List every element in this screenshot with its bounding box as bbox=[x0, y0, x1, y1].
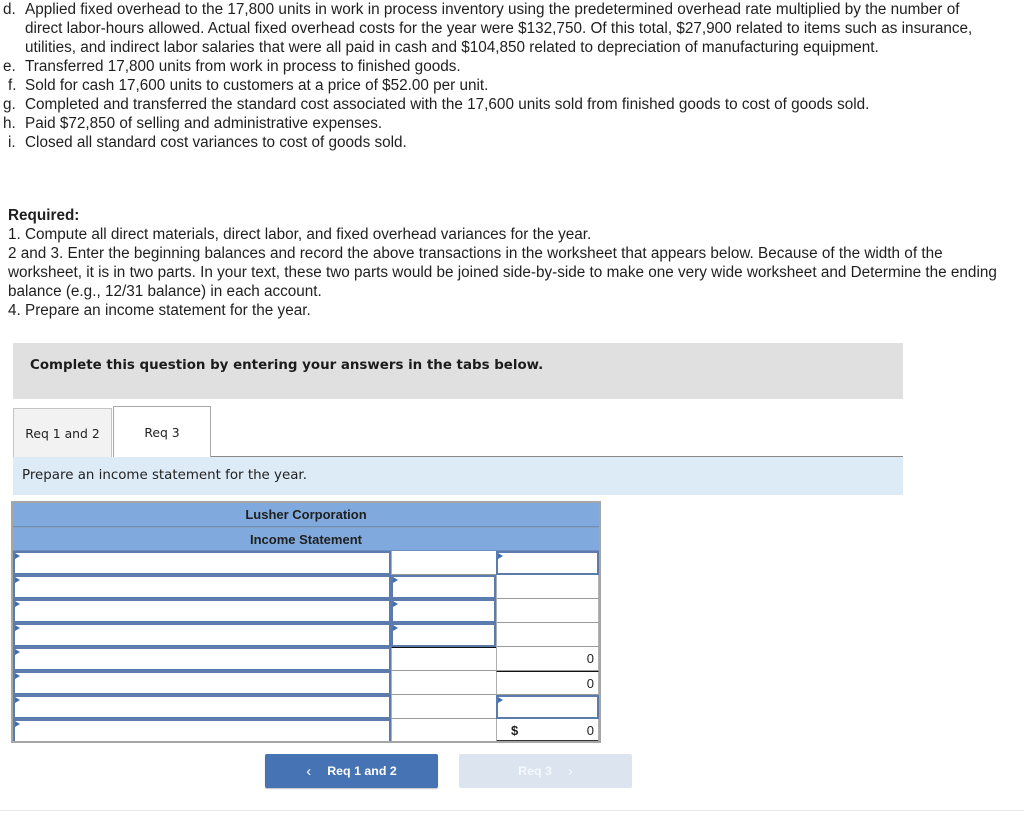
tab-prompt: Prepare an income statement for the year… bbox=[13, 457, 903, 495]
transaction-i: i. Closed all standard cost variances to … bbox=[8, 134, 407, 151]
total-input[interactable] bbox=[496, 695, 599, 719]
amount-input[interactable] bbox=[391, 575, 496, 599]
currency-symbol: $ bbox=[511, 723, 519, 738]
total-cell bbox=[496, 599, 599, 623]
amount-cell bbox=[391, 647, 496, 671]
chevron-left-icon: ‹ bbox=[306, 762, 312, 780]
account-label-input[interactable] bbox=[13, 599, 391, 623]
required-heading: Required: bbox=[8, 207, 80, 224]
statement-row: $ 0 bbox=[13, 719, 599, 743]
statement-row: 0 bbox=[13, 647, 599, 671]
statement-row bbox=[13, 695, 599, 719]
total-cell: 0 bbox=[496, 671, 599, 695]
statement-row bbox=[13, 623, 599, 647]
account-label-input[interactable] bbox=[13, 575, 391, 599]
statement-row bbox=[13, 599, 599, 623]
required-line-1: 1. Compute all direct materials, direct … bbox=[8, 226, 592, 243]
account-label-input[interactable] bbox=[13, 719, 391, 743]
company-name-header: Lusher Corporation bbox=[13, 503, 599, 527]
statement-title-header: Income Statement bbox=[13, 527, 599, 551]
net-income-value: 0 bbox=[586, 723, 594, 738]
total-input[interactable] bbox=[496, 551, 599, 575]
amount-input[interactable] bbox=[391, 599, 496, 623]
transaction-f: f. Sold for cash 17,600 units to customer… bbox=[8, 77, 489, 94]
total-cell bbox=[496, 623, 599, 647]
problem-text: d. Applied fixed overhead to the 17,800 u… bbox=[0, 0, 1024, 152]
total-cell bbox=[496, 575, 599, 599]
required-line-2-3: 2 and 3. Enter the beginning balances an… bbox=[8, 245, 997, 300]
amount-cell bbox=[391, 719, 496, 743]
account-label-input[interactable] bbox=[13, 551, 391, 575]
transaction-e: e. Transferred 17,800 units from work in … bbox=[3, 58, 461, 75]
total-value: 0 bbox=[586, 651, 594, 666]
amount-cell bbox=[391, 671, 496, 695]
grid-bottom-border bbox=[11, 741, 601, 743]
statement-row bbox=[13, 575, 599, 599]
required-section: Required: 1. Compute all direct material… bbox=[8, 206, 1008, 320]
amount-input[interactable] bbox=[391, 623, 496, 647]
statement-row: 0 bbox=[13, 671, 599, 695]
income-statement-grid: Lusher Corporation Income Statement 0 0 bbox=[11, 501, 601, 743]
prompt-text: Prepare an income statement for the year… bbox=[22, 468, 307, 483]
transaction-g: g. Completed and transferred the standard… bbox=[3, 96, 870, 113]
account-label-input[interactable] bbox=[13, 671, 391, 695]
account-label-input[interactable] bbox=[13, 647, 391, 671]
account-label-input[interactable] bbox=[13, 623, 391, 647]
next-tab-label: Req 3 bbox=[518, 764, 552, 778]
amount-cell bbox=[391, 551, 496, 575]
prev-tab-label: Req 1 and 2 bbox=[327, 764, 397, 778]
next-tab-button: Req 3 › bbox=[459, 754, 632, 788]
amount-cell bbox=[391, 695, 496, 719]
account-label-input[interactable] bbox=[13, 695, 391, 719]
footer-divider bbox=[0, 810, 1024, 811]
tab-req-1-and-2[interactable]: Req 1 and 2 bbox=[13, 408, 112, 457]
instruction-text: Complete this question by entering your … bbox=[30, 358, 544, 373]
statement-row bbox=[13, 551, 599, 575]
transaction-d: d. Applied fixed overhead to the 17,800 u… bbox=[3, 1, 973, 56]
net-income-cell: $ 0 bbox=[496, 719, 599, 743]
instruction-banner: Complete this question by entering your … bbox=[13, 343, 903, 399]
transaction-h: h. Paid $72,850 of selling and administra… bbox=[3, 115, 383, 132]
total-value: 0 bbox=[586, 676, 594, 691]
tab-req-3[interactable]: Req 3 bbox=[113, 406, 211, 457]
chevron-right-icon: › bbox=[567, 762, 573, 780]
required-line-4: 4. Prepare an income statement for the y… bbox=[8, 302, 311, 319]
total-cell: 0 bbox=[496, 647, 599, 671]
prev-tab-button[interactable]: ‹ Req 1 and 2 bbox=[265, 754, 438, 788]
